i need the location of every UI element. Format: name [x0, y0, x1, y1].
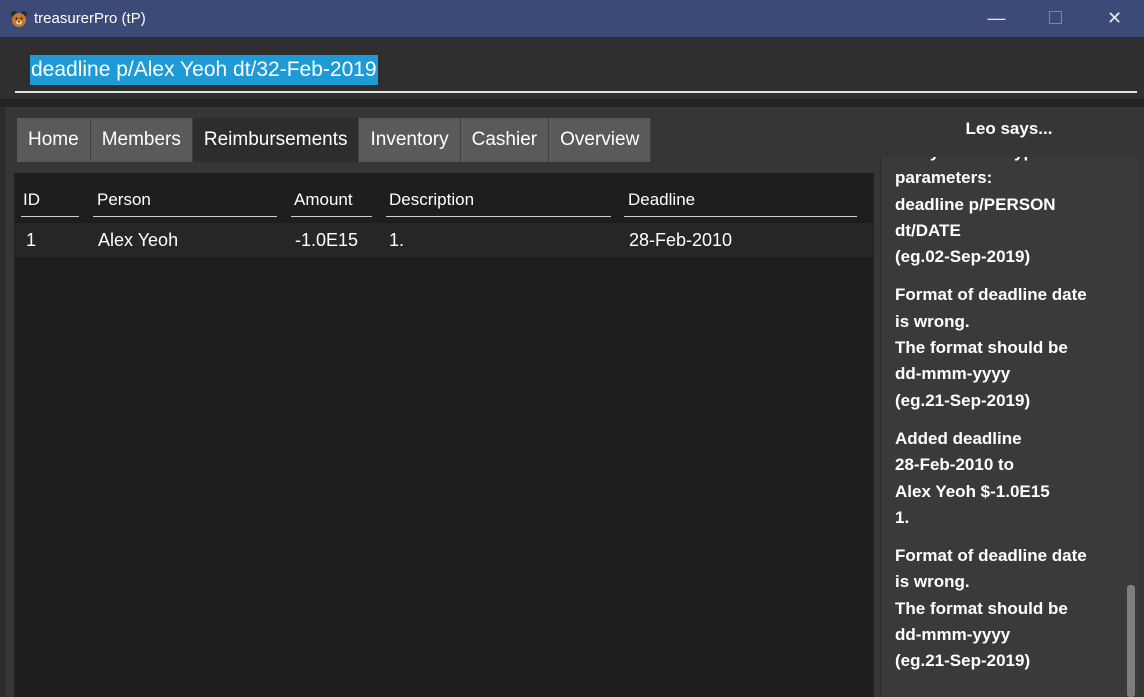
- close-icon: ✕: [1106, 8, 1123, 28]
- command-selected-text[interactable]: deadline p/Alex Yeoh dt/32-Feb-2019: [30, 54, 378, 85]
- close-button[interactable]: ✕: [1085, 0, 1144, 37]
- column-header-person[interactable]: Person: [97, 183, 151, 217]
- main-area: Home Members Reimbursements Inventory Ca…: [5, 107, 1144, 697]
- leo-message: Format of deadline date is wrong. The fo…: [895, 546, 1087, 671]
- cell-amount: -1.0E15: [295, 229, 359, 250]
- cell-person: Alex Yeoh: [98, 229, 179, 250]
- leo-title: Leo says...: [965, 119, 1053, 138]
- tab-label: Cashier: [471, 129, 538, 150]
- leo-message: Sorry! Please type with parameters: dead…: [895, 157, 1082, 267]
- tab-reimbursements[interactable]: Reimbursements: [192, 118, 360, 162]
- tab-home[interactable]: Home: [17, 118, 91, 162]
- tab-label: Reimbursements: [203, 129, 348, 150]
- title-bar: treasurerPro (tP) — ☐ ✕: [0, 0, 1144, 37]
- tab-bar: Home Members Reimbursements Inventory Ca…: [17, 118, 652, 162]
- tab-label: Members: [101, 129, 181, 150]
- minimize-icon: —: [987, 8, 1006, 28]
- table-header: ID Person Amount Description Deadline: [14, 183, 874, 217]
- column-header-amount[interactable]: Amount: [294, 183, 353, 217]
- tab-inventory[interactable]: Inventory: [359, 118, 461, 162]
- column-header-id[interactable]: ID: [23, 183, 40, 217]
- leo-message-list: Sorry! Please type with parameters: dead…: [895, 157, 1115, 687]
- leo-message: Added deadline 28-Feb-2010 to Alex Yeoh …: [895, 428, 1050, 527]
- maximize-icon: ☐: [1047, 8, 1064, 28]
- minimize-button[interactable]: —: [967, 0, 1026, 37]
- tab-cashier[interactable]: Cashier: [460, 118, 550, 162]
- tab-label: Home: [28, 129, 79, 150]
- reimbursements-table: ID Person Amount Description Deadline 1 …: [14, 173, 874, 697]
- leo-scrollbar[interactable]: [1124, 157, 1138, 697]
- column-header-deadline[interactable]: Deadline: [628, 183, 695, 217]
- bear-app-icon: [10, 10, 28, 28]
- tab-label: Inventory: [370, 129, 449, 150]
- leo-message: Format of deadline date is wrong. The fo…: [895, 285, 1087, 410]
- cell-deadline: 28-Feb-2010: [629, 229, 733, 250]
- column-header-description[interactable]: Description: [389, 183, 474, 217]
- tab-members[interactable]: Members: [90, 118, 193, 162]
- divider: [0, 99, 1144, 107]
- scrollbar-thumb[interactable]: [1127, 585, 1135, 697]
- cell-description: 1.: [389, 229, 405, 250]
- tab-overview[interactable]: Overview: [549, 118, 652, 162]
- leo-message-panel[interactable]: Sorry! Please type with parameters: dead…: [880, 157, 1138, 697]
- maximize-button[interactable]: ☐: [1026, 0, 1085, 37]
- command-area: deadline p/Alex Yeoh dt/32-Feb-2019: [0, 37, 1144, 99]
- table-row[interactable]: 1 Alex Yeoh -1.0E15 1. 28-Feb-2010: [14, 223, 874, 257]
- command-input[interactable]: deadline p/Alex Yeoh dt/32-Feb-2019: [15, 49, 1137, 93]
- cell-id: 1: [26, 229, 37, 250]
- window-title: treasurerPro (tP): [34, 10, 146, 27]
- tab-label: Overview: [560, 129, 640, 150]
